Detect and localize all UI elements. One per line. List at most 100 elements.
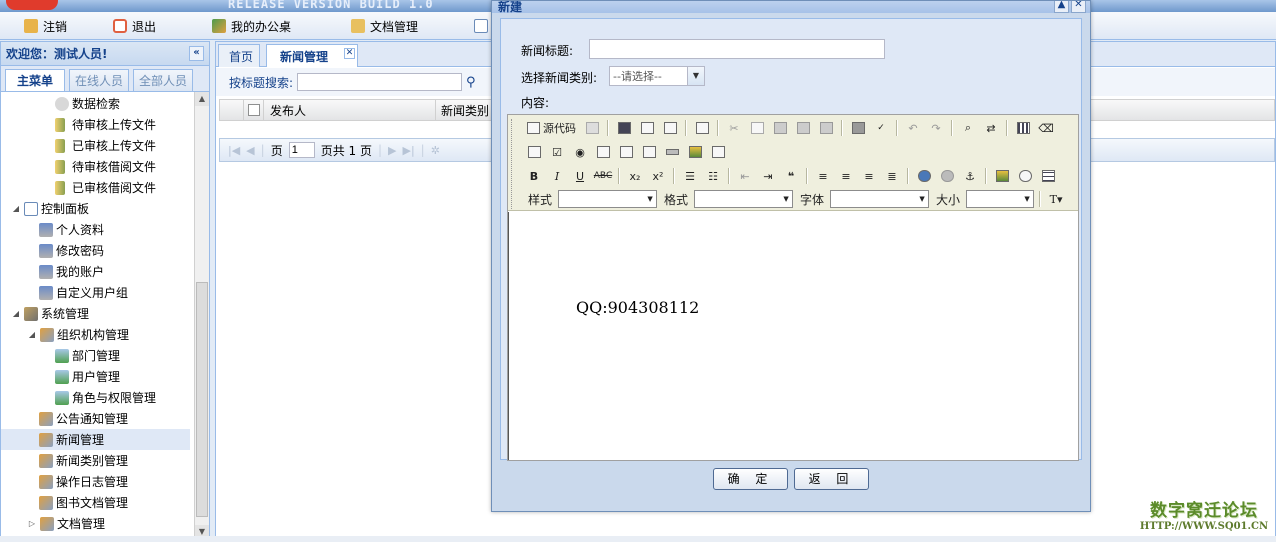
tree-item-news-manage[interactable]: 新闻管理	[1, 429, 190, 450]
tree-item-control-panel[interactable]: ◢ 控制面板	[1, 198, 190, 219]
tree-item-org-manage[interactable]: ◢ 组织机构管理	[1, 324, 190, 345]
bold-button[interactable]: B	[524, 167, 544, 185]
collapse-panel-button[interactable]: «	[189, 46, 204, 61]
paste-button[interactable]	[770, 119, 790, 137]
align-right-button[interactable]: ≡	[859, 167, 879, 185]
tree-item-role-manage[interactable]: 角色与权限管理	[1, 387, 190, 408]
style-dropdown[interactable]: ▼	[558, 190, 658, 208]
outdent-button[interactable]: ⇤	[735, 167, 755, 185]
redo-button[interactable]: ↷	[926, 119, 946, 137]
copy-button[interactable]	[747, 119, 767, 137]
tab-home[interactable]: 首页	[218, 44, 260, 67]
print-button[interactable]	[848, 119, 868, 137]
exit-button[interactable]: 退出	[113, 17, 156, 35]
ok-button[interactable]: 确 定	[713, 468, 788, 490]
tab-all-users[interactable]: 全部人员	[133, 69, 193, 91]
expand-arrow-icon[interactable]: ▷	[27, 519, 37, 528]
form-button[interactable]	[524, 143, 544, 161]
table-button[interactable]	[1038, 167, 1058, 185]
toolbar-collapse-handle[interactable]	[511, 119, 516, 209]
replace-button[interactable]: ⇄	[981, 119, 1001, 137]
textfield-button[interactable]	[593, 143, 613, 161]
tree-item-doc-manage[interactable]: ▷ 文档管理	[1, 513, 190, 534]
close-icon[interactable]: ✕	[1071, 1, 1086, 13]
tree-item-system-manage[interactable]: ◢ 系统管理	[1, 303, 190, 324]
source-code-button[interactable]: 源代码	[524, 119, 579, 137]
font-dropdown[interactable]: ▼	[830, 190, 930, 208]
news-title-input[interactable]	[589, 39, 885, 59]
tree-item-pending-upload[interactable]: 待审核上传文件	[1, 114, 190, 135]
scroll-up-arrow-icon[interactable]: ▲	[195, 92, 209, 106]
calendar-button[interactable]	[474, 17, 488, 35]
close-tab-icon[interactable]: ✕	[344, 48, 355, 59]
tree-item-news-category-manage[interactable]: 新闻类别管理	[1, 450, 190, 471]
subscript-button[interactable]: x₂	[625, 167, 645, 185]
scrollbar-thumb[interactable]	[196, 282, 208, 517]
flash-button[interactable]	[1015, 167, 1035, 185]
tree-item-dept-manage[interactable]: 部门管理	[1, 345, 190, 366]
first-page-icon[interactable]: |◀	[228, 144, 240, 157]
doc-manage-button[interactable]: 文档管理	[351, 17, 418, 35]
maximize-icon[interactable]: ▲	[1054, 1, 1069, 13]
title-search-input[interactable]	[297, 73, 463, 91]
select-all-button[interactable]	[1013, 119, 1033, 137]
anchor-button[interactable]: ⚓	[960, 167, 980, 185]
collapse-arrow-icon[interactable]: ◢	[11, 204, 21, 213]
checkbox-button[interactable]: ☑	[547, 143, 567, 161]
menu-tree-scrollbar[interactable]: ▲ ▼	[194, 92, 209, 539]
my-desk-button[interactable]: 我的办公桌	[212, 17, 291, 35]
tab-main-menu[interactable]: 主菜单	[5, 69, 65, 91]
tree-item-book-doc-manage[interactable]: 图书文档管理	[1, 492, 190, 513]
new-page-button[interactable]	[637, 119, 657, 137]
tab-online-users[interactable]: 在线人员	[69, 69, 129, 91]
align-justify-button[interactable]: ≣	[882, 167, 902, 185]
tree-item-approved-borrow[interactable]: 已审核借阅文件	[1, 177, 190, 198]
align-center-button[interactable]: ≡	[836, 167, 856, 185]
tree-item-notice-manage[interactable]: 公告通知管理	[1, 408, 190, 429]
size-dropdown[interactable]: ▼	[966, 190, 1035, 208]
collapse-arrow-icon[interactable]: ◢	[11, 309, 21, 318]
last-page-icon[interactable]: ▶|	[402, 144, 414, 157]
superscript-button[interactable]: x²	[648, 167, 668, 185]
category-select[interactable]: --请选择-- ▼	[609, 66, 705, 86]
hidden-field-button[interactable]	[708, 143, 728, 161]
underline-button[interactable]: U	[570, 167, 590, 185]
select-all-checkbox[interactable]	[248, 104, 260, 116]
radio-button[interactable]: ◉	[570, 143, 590, 161]
align-left-button[interactable]: ≡	[813, 167, 833, 185]
tree-item-pending-borrow[interactable]: 待审核借阅文件	[1, 156, 190, 177]
tree-item-user-manage[interactable]: 用户管理	[1, 366, 190, 387]
image-button-button[interactable]	[685, 143, 705, 161]
search-icon[interactable]: ⚲	[466, 75, 476, 90]
textarea-button[interactable]	[616, 143, 636, 161]
paste-word-button[interactable]	[816, 119, 836, 137]
remove-format-button[interactable]: ⌫	[1036, 119, 1056, 137]
select-field-button[interactable]	[639, 143, 659, 161]
bullet-list-button[interactable]: ☷	[703, 167, 723, 185]
tree-item-my-account[interactable]: 我的账户	[1, 261, 190, 282]
button-field-button[interactable]	[662, 143, 682, 161]
cut-button[interactable]: ✂	[724, 119, 744, 137]
tree-item-custom-groups[interactable]: 自定义用户组	[1, 282, 190, 303]
tree-item-approved-upload[interactable]: 已审核上传文件	[1, 135, 190, 156]
format-dropdown[interactable]: ▼	[694, 190, 794, 208]
strike-button[interactable]: ABC	[593, 167, 613, 185]
next-page-icon[interactable]: ▶	[388, 144, 396, 157]
dialog-title-bar[interactable]: 新建 ▲ ✕	[492, 1, 1090, 13]
save-button[interactable]	[614, 119, 634, 137]
chevron-down-icon[interactable]: ▼	[687, 67, 704, 85]
column-publisher[interactable]: 发布人	[264, 99, 436, 121]
indent-button[interactable]: ⇥	[758, 167, 778, 185]
blockquote-button[interactable]: ❝	[781, 167, 801, 185]
prev-page-icon[interactable]: ◀	[246, 144, 254, 157]
tree-item-profile[interactable]: 个人资料	[1, 219, 190, 240]
tree-item-oplog-manage[interactable]: 操作日志管理	[1, 471, 190, 492]
undo-button[interactable]: ↶	[903, 119, 923, 137]
ordered-list-button[interactable]: ☰	[680, 167, 700, 185]
logout-button[interactable]: 注销	[24, 17, 67, 35]
refresh-icon[interactable]: ✲	[431, 144, 440, 157]
link-button[interactable]	[914, 167, 934, 185]
column-news-category[interactable]: 新闻类别	[436, 99, 496, 121]
editor-content-area[interactable]: QQ:904308112	[508, 212, 1078, 460]
text-color-button[interactable]: T▾	[1046, 190, 1066, 208]
